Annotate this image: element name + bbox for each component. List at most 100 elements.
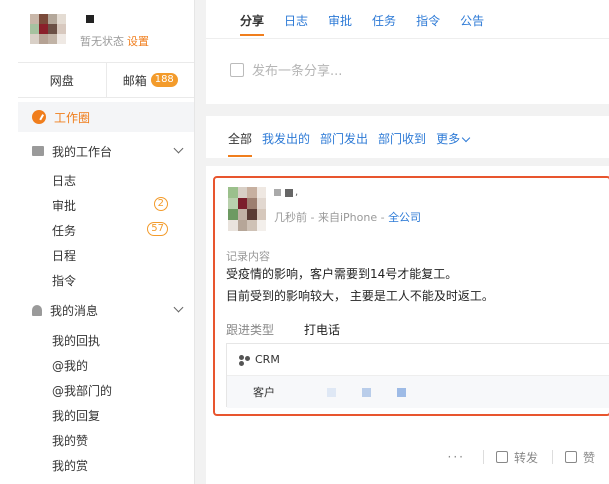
work-circle-icon xyxy=(32,110,46,124)
sidebar: 暂无状态 设置 网盘 邮箱 188 工作圈 我的工作台 日志 审批 2 任务 57 日程… xyxy=(0,0,195,484)
customer-name-block xyxy=(327,387,336,397)
crm-label: CRM xyxy=(255,353,280,366)
sidebar-item-label: @我部门的 xyxy=(52,384,113,398)
tab-mail[interactable]: 邮箱 188 xyxy=(105,63,195,97)
crm-customer-row[interactable]: 客户 xyxy=(227,376,609,408)
author-name-suffix: , xyxy=(295,187,299,198)
post-time: 几秒前 xyxy=(274,211,307,224)
sidebar-item-dept-mentions[interactable]: @我部门的 xyxy=(52,382,182,398)
tab-command[interactable]: 指令 xyxy=(416,12,440,35)
chevron-down-icon xyxy=(173,143,184,154)
sidebar-item-task[interactable]: 任务 57 xyxy=(52,222,182,238)
sidebar-item-replies[interactable]: 我的回复 xyxy=(52,407,182,423)
filter-more[interactable]: 更多 xyxy=(436,130,471,147)
bell-icon xyxy=(32,304,42,316)
tab-share[interactable]: 分享 xyxy=(240,12,264,35)
divider xyxy=(206,38,609,39)
tab-approval[interactable]: 审批 xyxy=(328,12,352,35)
share-icon xyxy=(495,451,508,463)
sidebar-item-label: 工作圈 xyxy=(54,110,91,125)
post-scope-link[interactable]: 全公司 xyxy=(388,211,421,224)
status-text: 暂无状态 xyxy=(80,35,124,48)
sidebar-item-label: @我的 xyxy=(52,359,89,373)
set-status-link[interactable]: 设置 xyxy=(127,35,149,48)
user-name xyxy=(86,15,94,23)
author-name-block xyxy=(274,189,281,196)
share-tabs: 分享 日志 审批 任务 指令 公告 xyxy=(240,12,504,35)
thumbs-up-icon xyxy=(564,451,577,463)
chevron-down-icon xyxy=(173,302,184,313)
customer-label: 客户 xyxy=(253,386,275,399)
sidebar-item-mentions[interactable]: @我的 xyxy=(52,357,182,373)
filter-sent-by-me[interactable]: 我发出的 xyxy=(262,130,310,147)
sidebar-item-label: 日志 xyxy=(52,174,77,188)
crm-box: CRM 客户 xyxy=(226,343,609,408)
forward-label: 转发 xyxy=(513,450,538,465)
filter-dept-sent[interactable]: 部门发出 xyxy=(320,130,368,147)
tab-announcement[interactable]: 公告 xyxy=(460,12,484,35)
nav-tabs: 网盘 邮箱 188 xyxy=(18,62,194,98)
mail-count-badge: 188 xyxy=(150,73,178,87)
customer-name-block xyxy=(397,387,406,397)
sidebar-item-rewards[interactable]: 我的赏 xyxy=(52,457,182,473)
active-filter-underline xyxy=(228,155,252,157)
sidebar-item-receipts[interactable]: 我的回执 xyxy=(52,332,182,348)
sidebar-item-label: 日程 xyxy=(52,249,77,263)
compose-placeholder: 发布一条分享... xyxy=(252,64,343,79)
like-label: 赞 xyxy=(582,450,595,465)
sidebar-group-label: 我的工作台 xyxy=(52,144,113,159)
share-card: 分享 日志 审批 任务 指令 公告 发布一条分享... xyxy=(206,0,609,104)
sidebar-item-label: 我的回执 xyxy=(52,334,101,348)
sidebar-item-command[interactable]: 指令 xyxy=(52,272,182,288)
sidebar-group-label: 我的消息 xyxy=(50,303,99,318)
active-tab-underline xyxy=(240,34,264,36)
sidebar-item-work-circle[interactable]: 工作圈 xyxy=(18,102,194,132)
tab-mail-label: 邮箱 xyxy=(122,73,147,88)
sidebar-group-messages[interactable]: 我的消息 xyxy=(32,300,184,320)
like-button[interactable]: 赞 xyxy=(564,449,595,466)
post-text-line: 目前受到的影响较大， 主要是工人不能及时返工。 xyxy=(226,289,494,303)
post-source: - 来自iPhone - xyxy=(307,211,389,224)
filter-all[interactable]: 全部 xyxy=(228,130,252,147)
tab-task[interactable]: 任务 xyxy=(372,12,396,35)
post-author[interactable]: , xyxy=(274,187,298,198)
record-label: 记录内容 xyxy=(226,250,270,263)
compose-input[interactable]: 发布一条分享... xyxy=(230,60,342,79)
post-avatar[interactable] xyxy=(228,187,266,231)
chevron-down-icon xyxy=(461,133,471,143)
sidebar-item-label: 我的赏 xyxy=(52,459,89,473)
tab-log[interactable]: 日志 xyxy=(284,12,308,35)
task-count-badge: 57 xyxy=(147,222,168,236)
post-meta: 几秒前 - 来自iPhone - 全公司 xyxy=(274,209,421,225)
feed-filters: 全部 我发出的 部门发出 部门收到 更多 xyxy=(228,130,479,147)
forward-button[interactable]: 转发 xyxy=(495,449,538,466)
status-line: 暂无状态 设置 xyxy=(80,33,149,49)
follow-type: 跟进类型 打电话 xyxy=(226,321,340,338)
sidebar-item-label: 任务 xyxy=(52,224,77,238)
filter-bar: 全部 我发出的 部门发出 部门收到 更多 xyxy=(206,116,609,158)
tab-disk[interactable]: 网盘 xyxy=(18,63,106,97)
sidebar-item-approval[interactable]: 审批 2 xyxy=(52,197,182,213)
monitor-icon xyxy=(32,146,44,156)
more-actions-button[interactable]: ··· xyxy=(448,450,465,464)
sidebar-item-label: 我的回复 xyxy=(52,409,101,423)
sidebar-item-label: 指令 xyxy=(52,274,77,288)
sidebar-item-schedule[interactable]: 日程 xyxy=(52,247,182,263)
avatar[interactable] xyxy=(30,14,66,44)
follow-type-value: 打电话 xyxy=(304,323,341,337)
sidebar-item-label: 审批 xyxy=(52,199,77,213)
filter-more-label: 更多 xyxy=(436,132,461,146)
divider xyxy=(482,450,484,464)
filter-dept-received[interactable]: 部门收到 xyxy=(378,130,426,147)
follow-type-label: 跟进类型 xyxy=(226,323,275,337)
post-card: , 几秒前 - 来自iPhone - 全公司 记录内容 受疫情的影响，客户需要到… xyxy=(206,166,609,484)
approval-count-badge: 2 xyxy=(153,197,168,211)
sidebar-item-likes[interactable]: 我的赞 xyxy=(52,432,182,448)
sidebar-group-workbench[interactable]: 我的工作台 xyxy=(32,141,184,161)
sidebar-item-log[interactable]: 日志 xyxy=(52,172,182,188)
post-actions: ··· 转发 赞 xyxy=(206,444,609,470)
edit-icon xyxy=(230,62,244,77)
customer-name-block xyxy=(362,387,371,397)
sidebar-item-label: 我的赞 xyxy=(52,434,89,448)
main-content: 分享 日志 审批 任务 指令 公告 发布一条分享... 全部 我发出的 部门发出… xyxy=(206,0,609,484)
